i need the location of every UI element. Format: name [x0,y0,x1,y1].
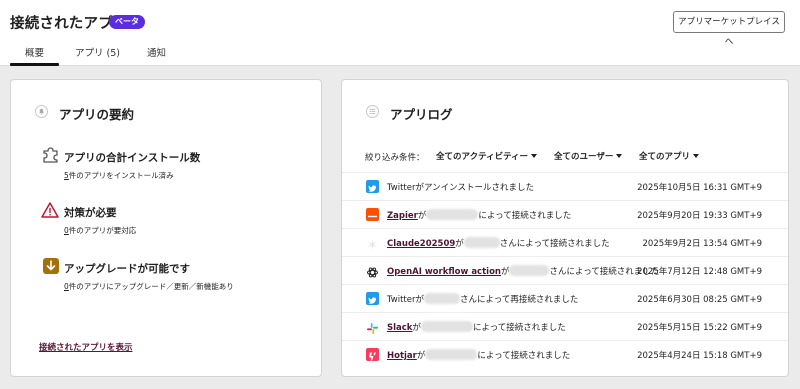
log-row: OpenAI workflow actionが さんによって接続されました 202… [342,256,788,284]
beta-badge: ベータ [109,15,145,29]
summary-item-desc: 5件のアプリをインストール済み [64,171,174,180]
redacted-user [509,265,550,276]
zapier-icon [366,208,379,221]
log-title: アプリログ [390,107,453,122]
log-timestamp: 2025年7月12日 12:48 GMT+9 [637,267,762,277]
tab-notifications[interactable]: 通知 [147,45,166,66]
redacted-user [420,321,473,332]
log-row: Slackが によって接続されました 2025年5月15日 15:22 GMT+9 [342,312,788,340]
redacted-user [425,349,478,360]
filter-user-dropdown[interactable]: 全てのユーザー [554,150,623,162]
log-timestamp: 2025年6月30日 08:25 GMT+9 [637,295,762,305]
log-row: Twitterが さんによって再接続されました 2025年6月30日 08:25 … [342,284,788,312]
tab-apps[interactable]: アプリ (5) [75,45,120,66]
log-row: Claude202509が さんによって接続されました 2025年9月2日 13:… [342,228,788,256]
caret-down-icon [693,154,700,158]
marketplace-button[interactable]: アプリマーケットプレイスへ [673,11,785,47]
openai-icon [366,264,379,278]
log-app-link[interactable]: OpenAI workflow action [387,267,501,277]
top-bar: 接続されたアプリ ベータ アプリマーケットプレイスへ 概要 アプリ (5) 通知 [0,0,800,66]
log-timestamp: 2025年10月5日 16:31 GMT+9 [637,183,762,193]
filter-label: 絞り込み条件： [365,153,425,163]
summary-item-desc: 0件のアプリが要対応 [64,226,137,235]
hotjar-icon [366,348,379,361]
log-message: Twitterがアンインストールされました [387,183,534,193]
puzzle-icon [42,146,60,164]
log-message: Hotjarが によって接続されました [387,349,571,361]
caret-down-icon [531,154,538,158]
log-app-link[interactable]: Hotjar [387,351,417,361]
log-timestamp: 2025年5月15日 15:22 GMT+9 [637,323,762,333]
log-timestamp: 2025年9月20日 19:33 GMT+9 [637,211,762,221]
active-tab-indicator [10,63,59,66]
log-message: Zapierが によって接続されました [387,209,572,221]
summary-title: アプリの要約 [59,107,135,122]
warning-icon [41,201,59,219]
redacted-user [426,209,479,220]
log-row: Hotjarが によって接続されました 2025年4月24日 15:18 GMT+… [342,340,788,368]
redacted-user [424,293,460,304]
twitter-icon [366,180,379,193]
download-icon [42,257,60,275]
summary-item-title: アップグレードが可能です [64,263,190,275]
filter-activity-dropdown[interactable]: 全てのアクティビティー [436,150,538,162]
redacted-user [463,237,500,248]
twitter-icon [366,292,379,305]
log-timestamp: 2025年9月2日 13:54 GMT+9 [642,239,763,249]
app-log-card: アプリログ 絞り込み条件： 全てのアクティビティー 全てのユーザー 全てのアプリ… [341,79,789,377]
summary-item-title: 対策が必要 [64,207,117,219]
summary-item-title: アプリの合計インストール数 [64,152,201,164]
claude-icon [366,236,379,250]
filter-app-dropdown[interactable]: 全てのアプリ [639,150,700,162]
summary-item-desc: 0件のアプリにアップグレード／更新／新機能あり [64,282,234,291]
log-app-link[interactable]: Zapier [387,211,418,221]
app-summary-card: アプリの要約 アプリの合計インストール数 5件のアプリをインストール済み 対策が… [10,79,322,377]
log-app-link[interactable]: Slack [387,323,412,333]
log-row: Twitterがアンインストールされました 2025年10月5日 16:31 G… [342,172,788,200]
log-timestamp: 2025年4月24日 15:18 GMT+9 [637,351,762,361]
log-message: Twitterが さんによって再接続されました [387,293,579,305]
log-message: Claude202509が さんによって接続されました [387,237,610,249]
caret-down-icon [616,154,623,158]
log-message: Slackが によって接続されました [387,321,566,333]
log-app-link[interactable]: Claude202509 [387,239,455,249]
log-row: Zapierが によって接続されました 2025年9月20日 19:33 GMT+… [342,200,788,228]
view-connected-apps-link[interactable]: 接続されたアプリを表示 [39,341,133,353]
list-icon [366,105,379,118]
log-message: OpenAI workflow actionが さんによって接続されました [387,265,660,277]
slack-icon [366,320,379,334]
bell-icon [35,105,48,118]
